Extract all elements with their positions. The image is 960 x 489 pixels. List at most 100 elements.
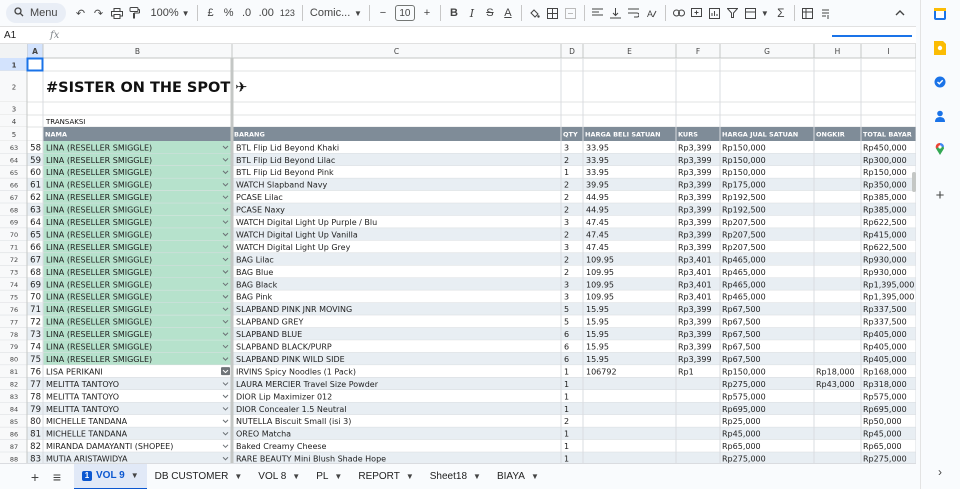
font-size-increase-button[interactable]: + — [418, 3, 436, 23]
chevron-down-icon[interactable]: ▼ — [131, 471, 139, 480]
sheet-tab[interactable]: DB CUSTOMER ▼ — [147, 464, 251, 489]
chevron-right-icon[interactable]: › — [932, 464, 948, 480]
add-sheet-icon[interactable]: + — [24, 467, 46, 487]
insert-chart-icon[interactable] — [706, 3, 724, 23]
cell-qty: 2 — [564, 206, 569, 215]
cell-nama: LINA (RESELLER SMIGGLE) — [46, 330, 152, 339]
insert-comment-icon[interactable] — [688, 3, 706, 23]
zoom-value: 100% — [150, 7, 179, 19]
percent-button[interactable]: % — [220, 3, 238, 23]
undo-icon[interactable]: ↶ — [72, 3, 90, 23]
row-band — [27, 377, 916, 390]
merge-cells-icon[interactable] — [562, 3, 580, 23]
filter-icon[interactable] — [724, 3, 742, 23]
sheet-tab[interactable]: 1 VOL 9 ▼ — [74, 463, 147, 489]
cell-qty: 3 — [564, 143, 569, 152]
sheet-tab[interactable]: Sheet18 ▼ — [422, 464, 489, 489]
print-icon[interactable] — [108, 3, 126, 23]
tasks-icon[interactable] — [932, 74, 948, 90]
contacts-icon[interactable] — [932, 108, 948, 124]
cell-nama: MICHELLE TANDANA — [46, 417, 128, 426]
formula-input[interactable] — [70, 27, 916, 43]
sheet-tab[interactable]: BIAYA ▼ — [489, 464, 547, 489]
sheet-tab[interactable]: REPORT ▼ — [350, 464, 421, 489]
maps-icon[interactable] — [932, 140, 948, 156]
chevron-down-icon[interactable]: ▼ — [473, 472, 481, 481]
cell-number: 78 — [30, 392, 41, 402]
transaksi-label: TRANSAKSI — [45, 118, 85, 126]
cell-harga-jual: Rp150,000 — [722, 156, 766, 165]
zoom-select[interactable]: 100% ▼ — [148, 3, 193, 23]
dropdown-chip[interactable] — [221, 367, 230, 376]
sheet-tab-label: Sheet18 — [429, 471, 468, 482]
chevron-down-icon[interactable]: ▼ — [334, 472, 342, 481]
input-tools-icon[interactable] — [817, 3, 835, 23]
cell-qty: 1 — [564, 380, 569, 389]
cell-total: Rp385,000 — [863, 206, 907, 215]
chevron-down-icon[interactable]: ▼ — [292, 472, 300, 481]
sheet-tab[interactable]: VOL 8 ▼ — [250, 464, 308, 489]
paint-format-icon[interactable] — [126, 3, 144, 23]
cell-total: Rp622,500 — [863, 243, 907, 252]
select-all-corner[interactable] — [0, 44, 27, 58]
vertical-scrollbar[interactable] — [912, 172, 916, 192]
cell-total: Rp168,000 — [863, 367, 907, 376]
cell-total: Rp405,000 — [863, 343, 907, 352]
keep-icon[interactable] — [932, 40, 948, 56]
selected-cell[interactable] — [26, 57, 44, 72]
row-number: 75 — [10, 293, 18, 301]
number-format-button[interactable]: 123 — [277, 3, 298, 23]
decrease-decimal-button[interactable]: .0 — [238, 3, 256, 23]
font-size-input[interactable]: 10 — [392, 3, 418, 23]
chevron-down-icon[interactable]: ▼ — [406, 472, 414, 481]
chevron-down-icon[interactable]: ▼ — [531, 472, 539, 481]
cells-canvas[interactable]: A B C D E F G H I 1 2 3 4 5 NAMA BARANG QTY HARGA BELI SA… — [0, 44, 916, 463]
cell-nama: LINA (RESELLER SMIGGLE) — [46, 355, 152, 364]
cell-harga-beli: 47.45 — [586, 243, 609, 252]
menus-search[interactable]: Menu — [6, 3, 66, 23]
text-rotation-icon[interactable]: A — [643, 3, 661, 23]
text-color-button[interactable]: A — [499, 3, 517, 23]
align-left-icon[interactable] — [589, 3, 607, 23]
text-wrap-icon[interactable] — [625, 3, 643, 23]
redo-icon[interactable]: ↷ — [90, 3, 108, 23]
spreadsheet-grid[interactable]: A B C D E F G H I 1 2 3 4 5 NAMA BARANG QTY HARGA BELI SA… — [0, 44, 916, 463]
sheet-tab[interactable]: PL ▼ — [308, 464, 350, 489]
font-select[interactable]: Comic... ▼ — [307, 3, 365, 23]
italic-button[interactable]: I — [463, 3, 481, 23]
search-icon — [14, 6, 24, 20]
vertical-align-icon[interactable] — [607, 3, 625, 23]
cell-qty: 1 — [564, 430, 569, 439]
cell-number: 63 — [30, 206, 41, 216]
all-sheets-icon[interactable]: ≡ — [46, 467, 68, 487]
strikethrough-button[interactable]: S — [481, 3, 499, 23]
cell-harga-jual: Rp150,000 — [722, 367, 766, 376]
cell-number: 70 — [30, 293, 41, 303]
fill-color-icon[interactable] — [526, 3, 544, 23]
table-header-cell: ONGKIR — [816, 131, 845, 139]
currency-button[interactable]: £ — [202, 3, 220, 23]
font-size-decrease-button[interactable]: − — [374, 3, 392, 23]
formula-bar-accent — [832, 35, 912, 37]
chevron-down-icon[interactable]: ▼ — [234, 472, 242, 481]
table-header-cell: HARGA JUAL SATUAN — [722, 131, 798, 139]
cell-barang: BTL Flip Lid Beyond Lilac — [236, 156, 335, 165]
insert-link-icon[interactable] — [670, 3, 688, 23]
bold-button[interactable]: B — [445, 3, 463, 23]
cell-nama: LINA (RESELLER SMIGGLE) — [46, 318, 152, 327]
cell-harga-beli: 39.95 — [586, 181, 609, 190]
row-number: 78 — [10, 331, 18, 339]
filter-views-icon[interactable]: ▼ — [742, 3, 772, 23]
cell-harga-jual: Rp465,000 — [722, 280, 766, 289]
name-box[interactable]: A1 — [0, 30, 50, 41]
collapse-menu-icon[interactable] — [888, 4, 912, 22]
calendar-icon[interactable] — [932, 6, 948, 22]
functions-button[interactable]: Σ — [772, 3, 790, 23]
increase-decimal-button[interactable]: .00 — [256, 3, 277, 23]
cell-nama: MELITTA TANTOYO — [46, 380, 119, 389]
add-icon[interactable]: + — [932, 187, 948, 204]
cell-ongkir: Rp18,000 — [816, 367, 855, 376]
borders-icon[interactable] — [544, 3, 562, 23]
row-number: 79 — [10, 343, 18, 351]
table-icon[interactable] — [799, 3, 817, 23]
